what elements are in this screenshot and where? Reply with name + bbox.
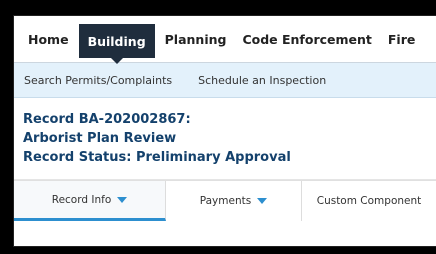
tab-record-info[interactable]: Record Info: [14, 181, 166, 221]
top-navigation: Home Building Planning Code Enforcement …: [14, 16, 436, 64]
record-tabs: Record Info Payments Custom Component: [14, 180, 436, 221]
record-status: Record Status: Preliminary Approval: [23, 150, 291, 165]
caret-down-icon: [257, 198, 268, 204]
search-permits-link[interactable]: Search Permits/Complaints: [24, 74, 172, 87]
record-header: Record BA-202002867: Arborist Plan Revie…: [14, 98, 436, 180]
tab-record-info-label: Record Info: [51, 193, 112, 206]
tab-custom-component[interactable]: Custom Component: [302, 181, 436, 221]
record-type: Arborist Plan Review: [23, 131, 177, 146]
tab-building[interactable]: Building: [78, 24, 155, 64]
tab-custom-component-label: Custom Component: [316, 195, 422, 207]
tab-payments[interactable]: Payments: [166, 181, 302, 221]
caret-down-icon: [117, 196, 128, 203]
record-id: Record BA-202002867:: [23, 112, 191, 127]
browser-frame: Home Building Planning Code Enforcement …: [14, 16, 436, 246]
sub-navigation: Search Permits/Complaints Schedule an In…: [14, 63, 436, 98]
schedule-inspection-link[interactable]: Schedule an Inspection: [198, 74, 326, 87]
tab-fire[interactable]: Fire: [380, 16, 423, 62]
tab-planning[interactable]: Planning: [157, 16, 235, 62]
tab-code-enforcement[interactable]: Code Enforcement: [234, 16, 379, 62]
tab-home[interactable]: Home: [20, 16, 77, 62]
tab-payments-label: Payments: [199, 195, 252, 207]
